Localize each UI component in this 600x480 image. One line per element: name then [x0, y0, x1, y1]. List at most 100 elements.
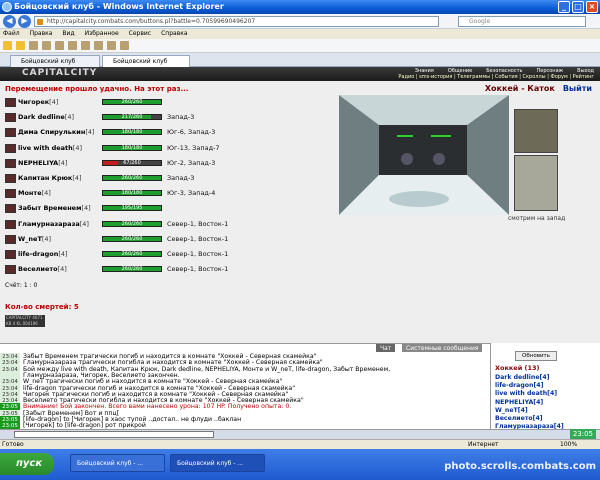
maximize-button[interactable]: □ — [572, 1, 584, 13]
player-row: life-dragon[4] 260/260 Север-1, Восток-1 — [5, 249, 335, 260]
hp-text: 180/180 — [121, 129, 143, 136]
player-name[interactable]: live with death[4] — [18, 143, 82, 154]
toolbar-icon[interactable] — [120, 41, 129, 50]
player-level: [4] — [79, 219, 89, 228]
chat-text: [Чигорек] to [life-dragon] рот прикрой — [23, 422, 146, 429]
menu-item[interactable]: Файл — [3, 29, 20, 39]
toolbar — [0, 39, 600, 53]
taskbar-item[interactable]: Бойцовский клуб - ... — [70, 454, 165, 472]
player-avatar-icon — [5, 204, 16, 214]
room-header: Хоккей - Каток Выйти — [336, 84, 592, 93]
nav-links[interactable]: Радио | sms-история | Телеграммы | Событ… — [398, 74, 594, 80]
hp-bar: 260/260 — [102, 175, 162, 181]
user-list-item[interactable]: Гламурназараза[4] — [495, 422, 599, 429]
user-list: Обновить Хоккей (13) Dark dedline[4] life… — [490, 343, 600, 429]
player-name[interactable]: Монте[4] — [18, 188, 51, 199]
player-name-text: live with death — [18, 143, 73, 152]
player-name-text: Веселието — [18, 265, 58, 274]
back-icon[interactable]: ◀ — [3, 15, 16, 28]
player-name[interactable]: NEPHELIYA[4] — [18, 158, 67, 169]
hp-bar: 260/260 — [102, 99, 162, 105]
player-level: [4] — [72, 174, 82, 182]
taskbar-item[interactable]: Бойцовский клуб - ... — [170, 454, 265, 472]
favorites-icon[interactable] — [3, 41, 12, 50]
toolbar-icon[interactable] — [42, 41, 51, 50]
banner-badge[interactable]: CAPITALCITY 4071 KB 4 KL 004196 — [5, 315, 45, 327]
chat-time[interactable]: 23:05 — [0, 422, 20, 429]
player-row: Гламурназараза[4] 260/260 Север-1, Восток-… — [5, 219, 335, 230]
hp-text: 260/260 — [121, 266, 143, 273]
hp-bar: 180/180 — [102, 129, 162, 136]
hp-text: 67/260 — [123, 159, 141, 166]
player-panel: Перемещение прошло удачно. На этот раз..… — [0, 81, 336, 343]
menu-item[interactable]: Сервис — [129, 29, 151, 39]
player-level: [4] — [41, 234, 52, 243]
hp-bar: 67/260 — [102, 159, 162, 166]
hp-text: 260/260 — [121, 175, 143, 181]
start-button[interactable]: пуск — [0, 453, 54, 475]
player-row: Дима Спирулькин[4] 180/180 Юг-6, Запад-3 — [5, 127, 335, 138]
menu-item[interactable]: Справка — [161, 29, 187, 39]
player-name[interactable]: Забыт Временем[4] — [18, 203, 91, 214]
game-logo: CAPITALCITY — [22, 68, 98, 78]
player-name-text: Дима Спирулькин — [18, 128, 86, 137]
game-clock: 23:05 — [569, 429, 596, 439]
toolbar-icon[interactable] — [29, 41, 38, 50]
player-name[interactable]: Веселието[4] — [18, 264, 67, 275]
taskbar: пуск Бойцовский клуб - ... Бойцовский кл… — [0, 449, 600, 480]
menu-bar: Файл Правка Вид Избранное Сервис Справка — [0, 29, 600, 39]
toolbar-icon[interactable] — [81, 41, 90, 50]
menu-item[interactable]: Правка — [30, 29, 53, 39]
room-map[interactable] — [514, 155, 558, 211]
hp-text: 180/180 — [121, 190, 143, 197]
status-bar: Готово Интернет 100% — [0, 439, 600, 449]
minimize-button[interactable]: _ — [558, 1, 570, 13]
rink-view — [339, 95, 509, 215]
status-message: Перемещение прошло удачно. На этот раз..… — [5, 85, 189, 93]
player-name[interactable]: Гламурназараза[4] — [18, 219, 89, 230]
player-avatar-icon — [5, 250, 16, 259]
chat-log: 23:04 Забыт Временем трагически погиб и н… — [0, 352, 490, 429]
player-level: [4] — [49, 98, 59, 106]
player-name[interactable]: Dark dedline[4] — [18, 112, 74, 123]
hp-bar: 260/260 — [102, 251, 162, 257]
address-bar: ◀ ▶ http://capitalcity.combats.com/butto… — [0, 14, 600, 29]
player-row: live with death[4] 180/180 Юг-13, Запад-7 — [5, 143, 335, 154]
tab-bar: Бойцовский клуб Бойцовский клуб — [0, 53, 600, 67]
url-input[interactable]: http://capitalcity.combats.com/buttons.p… — [34, 16, 439, 27]
hp-text: 260/260 — [121, 99, 143, 105]
player-name[interactable]: life-dragon[4] — [18, 249, 68, 260]
menu-item[interactable]: Избранное — [85, 29, 119, 39]
room-title: Хоккей - Каток — [484, 84, 555, 93]
forward-icon[interactable]: ▶ — [18, 15, 31, 28]
player-level: [4] — [58, 250, 68, 258]
player-name[interactable]: Капитан Крюк[4] — [18, 173, 82, 184]
chat-input[interactable] — [14, 431, 214, 438]
room-users-header: Хоккей (13) — [495, 364, 540, 372]
toolbar-icon[interactable] — [94, 41, 103, 50]
hp-text: 260/260 — [121, 235, 143, 242]
refresh-button[interactable]: Обновить — [515, 351, 557, 361]
player-name[interactable]: Дима Спирулькин[4] — [18, 127, 95, 138]
close-button[interactable]: × — [586, 1, 598, 13]
exit-link[interactable]: Выйти — [563, 84, 592, 93]
add-favorite-icon[interactable] — [16, 41, 25, 50]
toolbar-icon[interactable] — [68, 41, 77, 50]
player-name[interactable]: Чигорек[4] — [18, 97, 58, 108]
toolbar-icon[interactable] — [107, 41, 116, 50]
player-row: Капитан Крюк[4] 260/260 Запад-3 — [5, 173, 335, 184]
view-caption: смотрим на запад — [508, 215, 566, 222]
player-location: Юг-3, Запад-4 — [167, 189, 216, 198]
tab-2[interactable]: Бойцовский клуб — [102, 55, 190, 67]
search-input[interactable]: Google — [458, 16, 586, 27]
player-name[interactable]: W_neT[4] — [18, 234, 51, 245]
tab-1[interactable]: Бойцовский клуб — [10, 55, 100, 67]
player-row: Забыт Временем[4] 195/195 — [5, 203, 335, 214]
player-name-text: Монте — [18, 189, 42, 198]
hp-text: 260/260 — [121, 251, 143, 257]
menu-item[interactable]: Вид — [62, 29, 74, 39]
player-name-text: life-dragon — [18, 250, 59, 258]
hp-bar: 180/180 — [102, 144, 162, 151]
player-avatar-icon — [5, 143, 16, 153]
toolbar-icon[interactable] — [55, 41, 64, 50]
